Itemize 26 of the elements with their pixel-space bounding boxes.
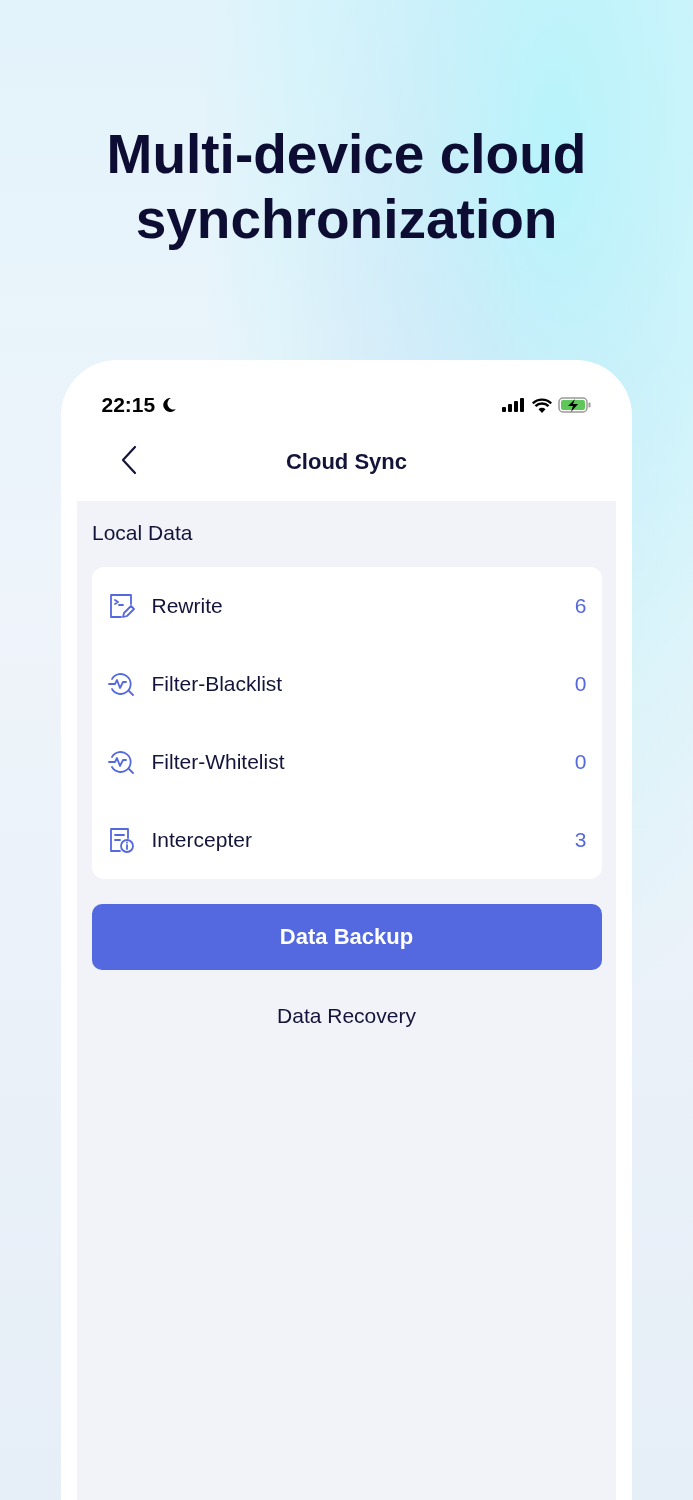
pulse-search-icon bbox=[106, 670, 135, 698]
row-label: Intercepter bbox=[151, 828, 253, 852]
wifi-icon bbox=[531, 397, 552, 413]
battery-icon bbox=[557, 397, 592, 413]
data-row[interactable]: Filter-Whitelist 0 bbox=[91, 723, 602, 801]
row-label: Filter-Blacklist bbox=[151, 672, 284, 696]
row-label: Filter-Whitelist bbox=[151, 750, 286, 774]
moon-icon bbox=[161, 397, 178, 413]
headline: Multi-device cloud synchronization bbox=[105, 122, 588, 252]
back-button[interactable] bbox=[120, 445, 137, 475]
signal-icon bbox=[501, 398, 526, 412]
row-count: 0 bbox=[574, 750, 587, 774]
row-count: 3 bbox=[574, 828, 587, 852]
status-time: 22:15 bbox=[101, 393, 156, 417]
backup-button[interactable]: Data Backup bbox=[91, 904, 602, 970]
data-row[interactable]: Rewrite 6 bbox=[91, 567, 602, 645]
data-row[interactable]: Filter-Blacklist 0 bbox=[91, 645, 602, 723]
pulse-search-icon bbox=[106, 748, 135, 776]
screen-title: Cloud Sync bbox=[286, 449, 407, 475]
row-count: 0 bbox=[574, 672, 587, 696]
data-row[interactable]: Intercepter 3 bbox=[91, 801, 602, 879]
section-title: Local Data bbox=[92, 521, 193, 546]
recovery-button[interactable]: Data Recovery bbox=[269, 1000, 424, 1032]
chevron-left-icon bbox=[120, 445, 137, 475]
row-label: Rewrite bbox=[151, 594, 224, 618]
row-count: 6 bbox=[574, 594, 587, 618]
